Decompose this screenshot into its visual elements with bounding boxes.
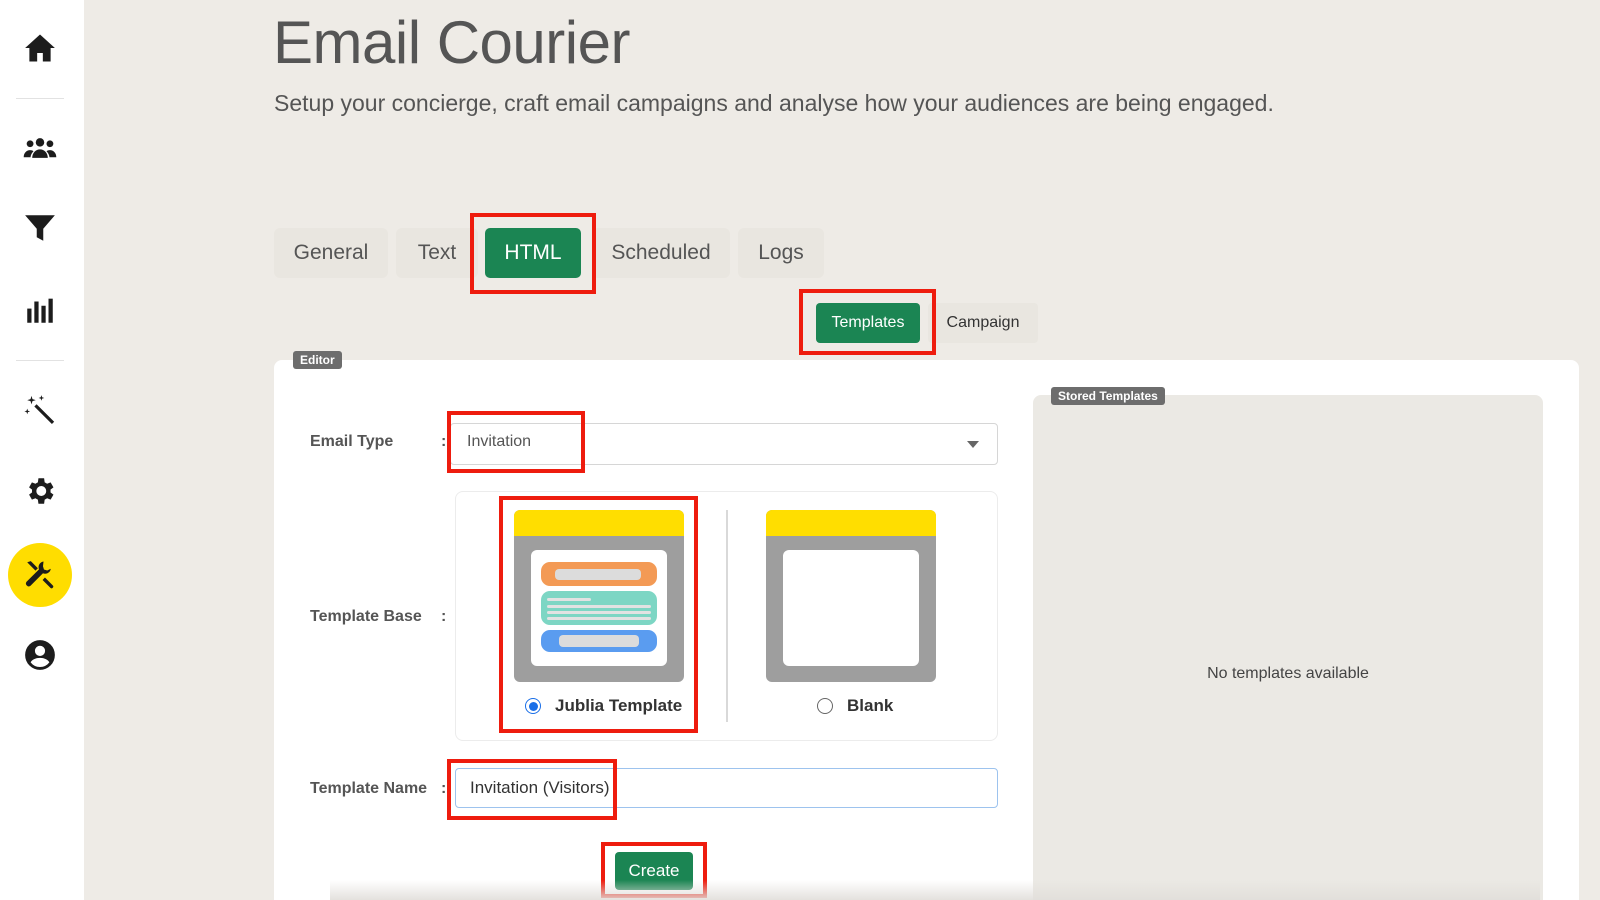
- template-name-input[interactable]: [455, 768, 998, 808]
- jublia-radio[interactable]: [525, 698, 541, 714]
- sidebar-item-home[interactable]: [8, 16, 72, 80]
- template-base-colon: :: [441, 608, 447, 625]
- tab-logs[interactable]: Logs: [738, 228, 824, 278]
- create-button[interactable]: Create: [615, 852, 693, 890]
- users-icon: [23, 138, 57, 158]
- sidebar-item-tools[interactable]: [8, 543, 72, 607]
- jublia-template-thumbnail[interactable]: [514, 510, 684, 682]
- sidebar-item-audience[interactable]: [8, 116, 72, 180]
- page-subtitle: Setup your concierge, craft email campai…: [274, 90, 1274, 116]
- email-type-label: Email Type: [310, 433, 394, 450]
- template-divider: [726, 510, 728, 722]
- template-name-colon: :: [441, 780, 447, 797]
- subtab-templates[interactable]: Templates: [816, 303, 920, 343]
- tools-icon: [25, 561, 54, 589]
- sidebar-item-account[interactable]: [8, 623, 72, 687]
- blank-template-thumbnail[interactable]: [766, 510, 936, 682]
- blank-template-label: Blank: [847, 696, 894, 715]
- email-type-colon: :: [441, 433, 447, 450]
- sidebar-divider: [16, 98, 64, 99]
- blank-radio[interactable]: [817, 698, 833, 714]
- tab-html[interactable]: HTML: [485, 228, 581, 278]
- sidebar-item-settings[interactable]: [8, 459, 72, 523]
- no-templates-message: No templates available: [1207, 665, 1369, 682]
- email-type-select[interactable]: Invitation: [450, 423, 998, 465]
- email-type-value: Invitation: [467, 433, 532, 450]
- template-option-blank[interactable]: Blank: [817, 696, 893, 716]
- template-base-label: Template Base: [310, 608, 422, 625]
- jublia-template-label: Jublia Template: [555, 696, 683, 715]
- sidebar-item-analytics[interactable]: [8, 278, 72, 342]
- tab-scheduled[interactable]: Scheduled: [592, 228, 730, 278]
- chevron-down-icon: [967, 441, 979, 448]
- bar-chart-icon: [27, 298, 53, 323]
- page-title: Email Courier: [273, 9, 630, 76]
- sidebar: [0, 0, 84, 900]
- magic-wand-icon: [24, 395, 55, 425]
- editor-badge: Editor: [293, 351, 342, 369]
- stored-templates-badge: Stored Templates: [1051, 387, 1165, 405]
- template-option-jublia[interactable]: Jublia Template: [525, 696, 682, 716]
- tab-text[interactable]: Text: [396, 228, 478, 278]
- user-circle-icon: [25, 640, 55, 670]
- gear-icon: [29, 478, 54, 504]
- sidebar-item-magic[interactable]: [8, 378, 72, 442]
- filter-icon: [25, 215, 55, 241]
- tab-general[interactable]: General: [274, 228, 388, 278]
- template-name-label: Template Name: [310, 780, 428, 797]
- home-icon: [25, 34, 55, 62]
- stored-templates-panel: [1033, 395, 1543, 900]
- sidebar-divider: [16, 360, 64, 361]
- subtab-campaign[interactable]: Campaign: [928, 303, 1038, 343]
- sidebar-item-filter[interactable]: [8, 196, 72, 260]
